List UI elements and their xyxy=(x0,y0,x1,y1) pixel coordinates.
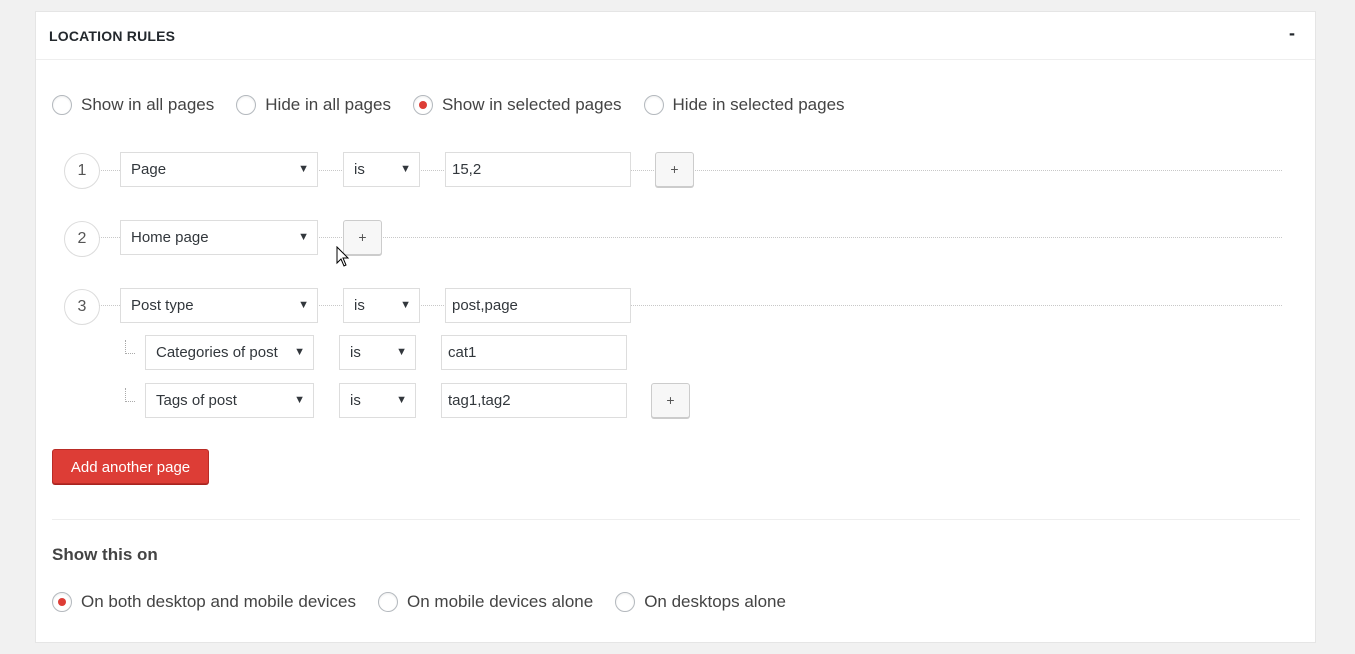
chevron-down-icon: ▼ xyxy=(298,163,309,175)
radio-label: On both desktop and mobile devices xyxy=(81,592,357,611)
rule-operator-select[interactable]: is ▼ xyxy=(343,288,420,323)
visibility-radio-group: Show in all pages Hide in all pages Show… xyxy=(52,95,867,115)
rule-value-input[interactable]: 15,2 xyxy=(445,152,631,187)
devices-radio-group: On both desktop and mobile devices On mo… xyxy=(52,592,808,612)
select-value: is xyxy=(354,297,365,314)
rule-operator-select[interactable]: is ▼ xyxy=(343,152,420,187)
chevron-down-icon: ▼ xyxy=(400,163,411,175)
rule-number: 1 xyxy=(64,153,100,189)
radio-label: Show in selected pages xyxy=(441,95,622,114)
sub-rule-type-select[interactable]: Tags of post ▼ xyxy=(145,383,314,418)
add-condition-button[interactable]: + xyxy=(651,383,690,418)
rule-number: 3 xyxy=(64,289,100,325)
radio-label: Hide in all pages xyxy=(265,95,391,114)
sub-rule-operator-select[interactable]: is ▼ xyxy=(339,383,416,418)
rule-type-select[interactable]: Post type ▼ xyxy=(120,288,318,323)
add-another-page-button[interactable]: Add another page xyxy=(52,449,209,484)
chevron-down-icon: ▼ xyxy=(400,299,411,311)
radio-show-all-pages[interactable]: Show in all pages xyxy=(52,95,214,115)
radio-label: Show in all pages xyxy=(81,95,215,114)
chevron-down-icon: ▼ xyxy=(298,299,309,311)
radio-button[interactable] xyxy=(378,592,399,612)
devices-section-title: Show this on xyxy=(52,545,158,564)
select-value: Categories of post xyxy=(156,344,278,361)
radio-label: Hide in selected pages xyxy=(672,95,845,114)
select-value: is xyxy=(354,161,365,178)
tree-connector xyxy=(125,340,135,354)
radio-show-selected-pages[interactable]: Show in selected pages xyxy=(412,95,622,115)
radio-button[interactable] xyxy=(412,95,433,115)
radio-both-devices[interactable]: On both desktop and mobile devices xyxy=(52,592,356,612)
radio-button[interactable] xyxy=(236,95,257,115)
chevron-down-icon: ▼ xyxy=(396,346,407,358)
section-divider xyxy=(52,519,1300,520)
chevron-down-icon: ▼ xyxy=(294,394,305,406)
radio-desktop-only[interactable]: On desktops alone xyxy=(615,592,786,612)
radio-button[interactable] xyxy=(52,592,72,612)
radio-button[interactable] xyxy=(643,95,664,115)
radio-hide-all-pages[interactable]: Hide in all pages xyxy=(236,95,391,115)
radio-label: On desktops alone xyxy=(644,592,786,611)
select-value: is xyxy=(350,392,361,409)
select-value: Tags of post xyxy=(156,392,237,409)
select-value: Home page xyxy=(131,229,209,246)
select-value: Page xyxy=(131,161,167,178)
chevron-down-icon: ▼ xyxy=(396,394,407,406)
select-value: is xyxy=(350,344,361,361)
add-condition-button[interactable]: + xyxy=(655,152,694,187)
sub-rule-value-input[interactable]: cat1 xyxy=(441,335,627,370)
location-rules-panel: LOCATION RULES - Show in all pages Hide … xyxy=(35,11,1316,643)
panel-header: LOCATION RULES - xyxy=(36,12,1315,60)
sub-rule-operator-select[interactable]: is ▼ xyxy=(339,335,416,370)
radio-hide-selected-pages[interactable]: Hide in selected pages xyxy=(643,95,845,115)
panel-title: LOCATION RULES xyxy=(49,28,176,44)
collapse-button[interactable]: - xyxy=(1289,24,1295,42)
sub-rule-type-select[interactable]: Categories of post ▼ xyxy=(145,335,314,370)
select-value: Post type xyxy=(131,297,194,314)
rule-type-select[interactable]: Home page ▼ xyxy=(120,220,318,255)
chevron-down-icon: ▼ xyxy=(298,231,309,243)
rule-type-select[interactable]: Page ▼ xyxy=(120,152,318,187)
radio-button[interactable] xyxy=(615,592,636,612)
radio-label: On mobile devices alone xyxy=(407,592,594,611)
rule-value-input[interactable]: post,page xyxy=(445,288,631,323)
chevron-down-icon: ▼ xyxy=(294,346,305,358)
mouse-pointer-icon xyxy=(336,246,350,267)
radio-button[interactable] xyxy=(52,95,72,115)
rule-number: 2 xyxy=(64,221,100,257)
tree-connector xyxy=(125,388,135,402)
sub-rule-value-input[interactable]: tag1,tag2 xyxy=(441,383,627,418)
radio-mobile-only[interactable]: On mobile devices alone xyxy=(378,592,593,612)
